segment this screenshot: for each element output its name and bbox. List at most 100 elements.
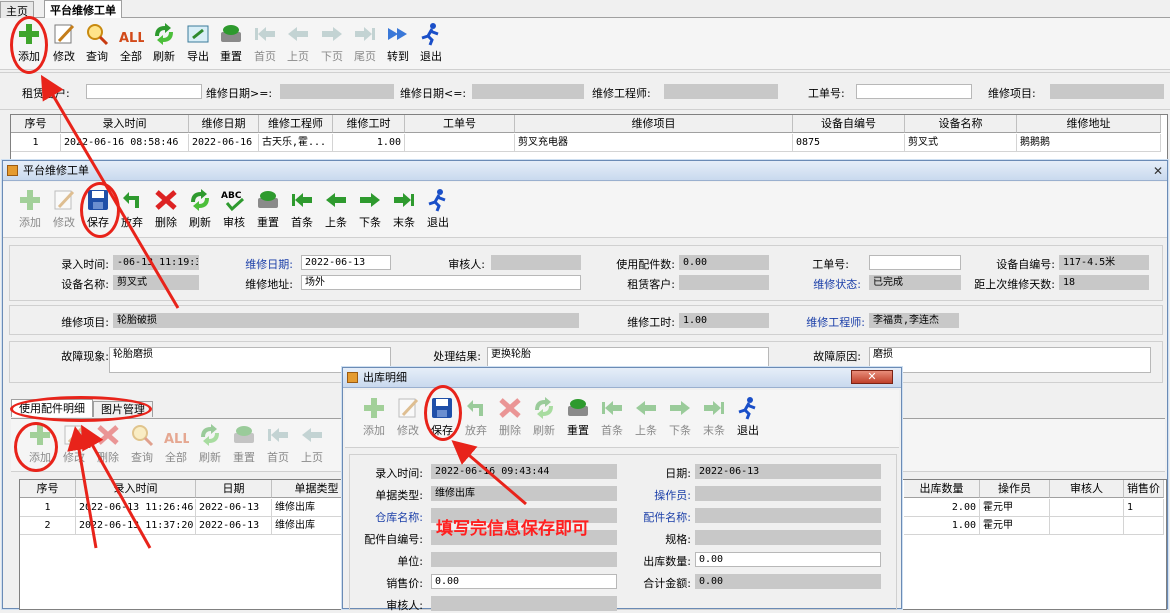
date-field[interactable]: 2022-06-13 [695,464,881,479]
toolbar-button-plus[interactable]: 添加 [357,396,391,440]
parts-grid-header[interactable]: 序号 [20,480,76,498]
cause-field[interactable]: 磨损 [869,347,1151,373]
main-grid-header[interactable]: 序号 [11,115,61,133]
part-name-field[interactable] [695,508,881,523]
entry-time-field[interactable]: -06-13 11:19:31 [113,255,199,270]
toolbar-button-exit[interactable]: 退出 [731,396,765,440]
filter-date-from-input[interactable] [280,84,394,99]
parts-grid-header[interactable]: 出库数量 [904,480,980,498]
item-field[interactable]: 轮胎破损 [113,313,579,328]
toolbar-button-reset[interactable]: 重置 [251,188,285,232]
parts-grid-header[interactable]: 日期 [196,480,272,498]
toolbar-button-exit[interactable]: 退出 [414,22,448,66]
qty-field[interactable]: 0.00 [695,552,881,567]
toolbar-button-export[interactable]: 导出 [181,22,215,66]
toolbar-button-prev-record[interactable]: 上条 [629,396,663,440]
toolbar-button-delete[interactable]: 删除 [149,188,183,232]
toolbar-button-next-record[interactable]: 下条 [353,188,387,232]
main-grid-header[interactable]: 维修日期 [189,115,259,133]
main-grid-header[interactable]: 维修工时 [333,115,405,133]
tab-platform-repair[interactable]: 平台维修工单 [44,0,122,19]
toolbar-button-delete[interactable]: 删除 [493,396,527,440]
spec-field[interactable] [695,530,881,545]
close-button[interactable]: ✕ [851,370,893,384]
parts-grid-cell[interactable]: 2022-06-13 11:37:20 [76,517,196,535]
parts-grid-cell[interactable]: 霍元甲 [980,499,1050,517]
toolbar-button-next[interactable]: 下页 [315,22,349,66]
parts-grid-header[interactable]: 审核人 [1050,480,1124,498]
toolbar-button-audit[interactable]: ABC 审核 [217,188,251,232]
price-field[interactable]: 0.00 [431,574,617,589]
main-grid-cell[interactable]: 1.00 [333,134,405,152]
toolbar-button-edit[interactable]: 修改 [47,188,81,232]
toolbar-button-refresh[interactable]: 刷新 [527,396,561,440]
filter-date-to-input[interactable] [472,84,584,99]
filter-engineer-input[interactable] [664,84,778,99]
parts-count-field[interactable]: 0.00 [679,255,769,270]
toolbar-button-refresh[interactable]: 刷新 [147,22,181,66]
toolbar-button-reset[interactable]: 重置 [214,22,248,66]
parts-grid-cell[interactable] [1124,517,1164,535]
parts-grid-cell[interactable]: 2022-06-13 [196,499,272,517]
entry-time-field[interactable]: 2022-06-16 09:43:44 [431,464,617,479]
toolbar-button-goto[interactable]: 转到 [381,22,415,66]
toolbar-button-search[interactable]: 查询 [125,423,159,467]
auditor-field[interactable] [491,255,581,270]
parts-grid-cell[interactable]: 2022-06-13 [196,517,272,535]
toolbar-button-edit[interactable]: 修改 [391,396,425,440]
main-grid-cell[interactable]: 剪叉充电器 [515,134,793,152]
toolbar-button-refresh[interactable]: 刷新 [183,188,217,232]
toolbar-button-all[interactable]: ALL 全部 [114,22,148,66]
close-icon[interactable]: ✕ [1153,161,1163,181]
unit-field[interactable] [431,552,617,567]
toolbar-button-last-record[interactable]: 末条 [387,188,421,232]
toolbar-button-first[interactable]: 首页 [261,423,295,467]
parts-grid-cell[interactable]: 1 [20,499,76,517]
engineer-field[interactable]: 李福贵,李连杰 [869,313,959,328]
address-field[interactable]: 场外 [301,275,581,290]
main-grid-cell[interactable]: 2022-06-16 08:58:46 [61,134,189,152]
parts-grid-cell[interactable] [1050,517,1124,535]
main-grid-cell[interactable]: 古天乐,霍... [259,134,333,152]
main-grid-cell[interactable]: 0875 [793,134,905,152]
filter-customer-input[interactable] [86,84,202,99]
hours-field[interactable]: 1.00 [679,313,769,328]
toolbar-button-edit[interactable]: 修改 [57,423,91,467]
device-code-field[interactable]: 117-4.5米 [1059,255,1149,270]
total-field[interactable]: 0.00 [695,574,881,589]
days-since-field[interactable]: 18 [1059,275,1149,290]
toolbar-button-refresh[interactable]: 刷新 [193,423,227,467]
main-grid-cell[interactable]: 2022-06-16 [189,134,259,152]
toolbar-button-last[interactable]: 尾页 [348,22,382,66]
parts-grid-cell[interactable]: 1 [1124,499,1164,517]
parts-grid-cell[interactable]: 2.00 [904,499,980,517]
toolbar-button-first[interactable]: 首页 [248,22,282,66]
toolbar-button-search[interactable]: 查询 [80,22,114,66]
toolbar-button-delete[interactable]: 删除 [91,423,125,467]
main-grid-cell[interactable]: 鹅鹅鹅 [1017,134,1161,152]
toolbar-button-plus[interactable]: 添加 [13,188,47,232]
main-grid-header[interactable]: 工单号 [405,115,515,133]
toolbar-button-last-record[interactable]: 末条 [697,396,731,440]
repair-date-field[interactable]: 2022-06-13 [301,255,391,270]
parts-grid-cell[interactable]: 2 [20,517,76,535]
toolbar-button-reset[interactable]: 重置 [227,423,261,467]
main-grid-cell[interactable]: 剪叉式 [905,134,1017,152]
main-grid-header[interactable]: 录入时间 [61,115,189,133]
filter-item-input[interactable] [1050,84,1164,99]
parts-grid-cell[interactable]: 2022-06-13 11:26:46 [76,499,196,517]
parts-grid-cell[interactable]: 霍元甲 [980,517,1050,535]
main-grid-cell[interactable]: 1 [11,134,61,152]
main-grid-header[interactable]: 维修地址 [1017,115,1161,133]
parts-grid-cell[interactable]: 1.00 [904,517,980,535]
parts-grid-header[interactable]: 销售价 [1124,480,1164,498]
toolbar-button-undo[interactable]: 放弃 [115,188,149,232]
main-grid-header[interactable]: 维修工程师 [259,115,333,133]
toolbar-button-prev[interactable]: 上页 [281,22,315,66]
main-grid-header[interactable]: 设备名称 [905,115,1017,133]
toolbar-button-all[interactable]: ALL 全部 [159,423,193,467]
main-grid-cell[interactable] [405,134,515,152]
order-no-field[interactable] [869,255,961,270]
parts-grid-header[interactable]: 录入时间 [76,480,196,498]
main-grid-header[interactable]: 设备自编号 [793,115,905,133]
